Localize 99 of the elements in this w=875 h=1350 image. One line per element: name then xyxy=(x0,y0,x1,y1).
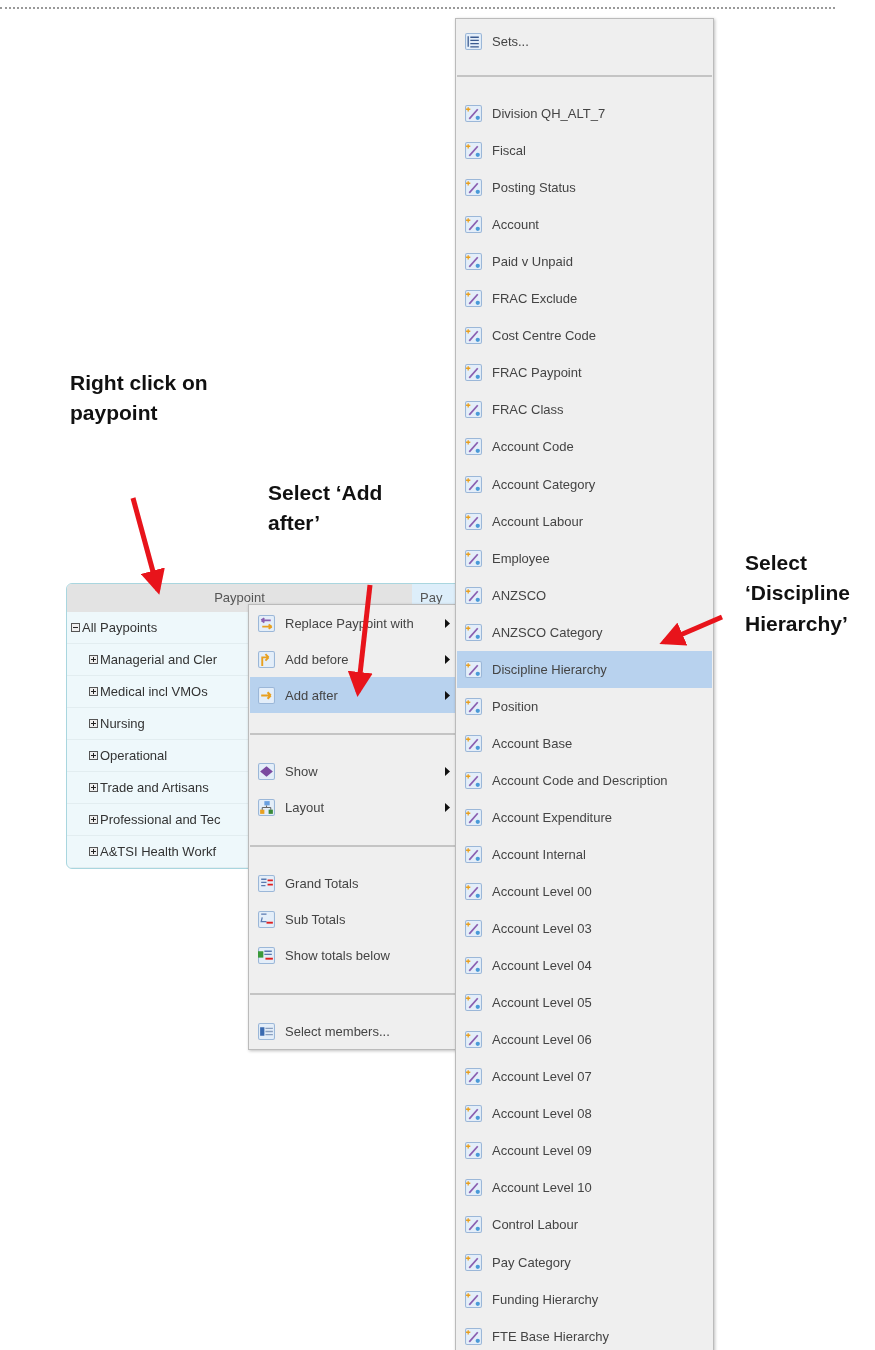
annotation-text: Right click on paypoint xyxy=(70,370,209,427)
menu-item[interactable]: Position xyxy=(457,687,712,725)
diagonal-arrow-icon xyxy=(465,1031,482,1049)
menu-item[interactable]: Account Level 06 xyxy=(457,1021,712,1059)
menu-item[interactable]: Fiscal xyxy=(457,132,712,170)
diagonal-arrow-icon xyxy=(465,327,482,345)
diagonal-arrow-icon xyxy=(465,1105,482,1123)
annotation-text: Select ‘Discipline Hierarchy’ xyxy=(745,550,852,637)
row-label: All Paypoints xyxy=(82,620,158,635)
menu-item[interactable]: Account Code and Description xyxy=(457,761,712,799)
row-label: Medical incl VMOs xyxy=(100,684,208,699)
diagonal-arrow-icon xyxy=(465,1142,482,1160)
menu-item[interactable]: Grand Totals xyxy=(250,865,456,901)
annotation-text: Select ‘Add after’ xyxy=(268,480,384,537)
menu-item[interactable]: Funding Hierarchy xyxy=(457,1280,712,1318)
menu-item[interactable]: Account Level 09 xyxy=(457,1132,712,1170)
diagonal-arrow-icon xyxy=(465,364,482,382)
hierarchy-icon xyxy=(258,798,275,816)
list-icon xyxy=(258,1022,275,1040)
diagonal-arrow-icon xyxy=(465,142,482,160)
menu-item[interactable]: Paid v Unpaid xyxy=(457,243,712,281)
totals-icon xyxy=(258,874,275,892)
caret-icon xyxy=(445,690,450,700)
menu-item[interactable]: Account Level 08 xyxy=(457,1095,712,1133)
row-label: Managerial and Cler xyxy=(100,652,218,667)
menu-item[interactable]: Posting Status xyxy=(457,169,712,207)
menu-item[interactable]: Add before xyxy=(250,641,456,677)
diagonal-arrow-icon xyxy=(465,920,482,938)
expand-toggle-icon[interactable] xyxy=(89,687,98,696)
caret-icon xyxy=(445,618,450,628)
arrow xyxy=(659,614,723,646)
row-label: Professional and Tec xyxy=(100,812,221,827)
caret-icon xyxy=(445,766,450,776)
expand-toggle-icon[interactable] xyxy=(89,783,98,792)
diagonal-arrow-icon xyxy=(465,1216,482,1234)
menu-item[interactable]: FRAC Paypoint xyxy=(457,354,712,392)
menu-item[interactable]: Sub Totals xyxy=(250,901,456,937)
menu-item[interactable]: FRAC Class xyxy=(457,391,712,429)
totals-icon xyxy=(258,910,275,928)
menu-item[interactable]: Account Level 00 xyxy=(457,873,712,911)
menu-item[interactable]: Layout xyxy=(250,789,456,825)
expand-toggle-icon[interactable] xyxy=(89,655,98,664)
menu-item[interactable]: Select members... xyxy=(250,1013,456,1049)
diagonal-arrow-icon xyxy=(465,401,482,419)
menu-item[interactable]: Pay Category xyxy=(457,1243,712,1281)
diagonal-arrow-icon xyxy=(465,105,482,123)
diamond-icon xyxy=(258,762,275,780)
diagonal-arrow-icon xyxy=(465,216,482,234)
menu-item[interactable]: Account Level 10 xyxy=(457,1169,712,1207)
menu-item[interactable]: Account Category xyxy=(457,465,712,503)
menu-item[interactable]: FTE Base Hierarchy xyxy=(457,1317,712,1350)
diagonal-arrow-icon xyxy=(465,253,482,271)
diagonal-arrow-icon xyxy=(465,846,482,863)
diagonal-arrow-icon xyxy=(465,1068,482,1086)
diagonal-arrow-icon xyxy=(465,475,482,493)
menu-item[interactable]: Account Level 04 xyxy=(457,947,712,985)
row-label: A&TSI Health Workf xyxy=(100,844,217,859)
caret-icon xyxy=(445,654,450,664)
diagonal-arrow-icon xyxy=(465,957,482,975)
row-label: Trade and Artisans xyxy=(100,780,209,795)
menu-item[interactable]: FRAC Exclude xyxy=(457,280,712,318)
menu-item[interactable]: Account Code xyxy=(457,428,712,466)
menu-item[interactable]: Account Base xyxy=(457,724,712,762)
menu-item[interactable]: Account Labour xyxy=(457,502,712,540)
menu-item[interactable]: ANZSCO Category xyxy=(457,613,712,651)
diagonal-arrow-icon xyxy=(465,438,482,456)
swap-icon xyxy=(258,614,275,632)
diagonal-arrow-icon xyxy=(465,994,482,1012)
caret-icon xyxy=(445,802,450,812)
row-label: Nursing xyxy=(100,716,145,731)
expand-toggle-icon[interactable] xyxy=(89,847,98,856)
menu-item[interactable]: Account Level 07 xyxy=(457,1058,712,1096)
menu-item[interactable]: Account Level 05 xyxy=(457,984,712,1022)
diagonal-arrow-icon xyxy=(465,883,482,901)
menu-item[interactable]: Show xyxy=(250,753,456,789)
list-icon xyxy=(465,33,482,50)
diagonal-arrow-icon xyxy=(465,1179,482,1197)
expand-toggle-icon[interactable] xyxy=(71,623,80,632)
menu-item[interactable]: Account Expenditure xyxy=(457,798,712,836)
menu-item[interactable]: Cost Centre Code xyxy=(457,317,712,355)
diagonal-arrow-icon xyxy=(465,290,482,308)
menu-item[interactable]: Add after xyxy=(250,677,456,713)
menu-item[interactable]: Account Internal xyxy=(457,836,712,874)
menu-item[interactable]: Sets... xyxy=(457,23,712,61)
expand-toggle-icon[interactable] xyxy=(89,815,98,824)
diagonal-arrow-icon xyxy=(465,179,482,197)
expand-toggle-icon[interactable] xyxy=(89,751,98,760)
menu-item[interactable]: Account xyxy=(457,206,712,244)
row-label: Operational xyxy=(100,748,168,763)
menu-item[interactable]: Account Level 03 xyxy=(457,910,712,948)
expand-toggle-icon[interactable] xyxy=(89,719,98,728)
menu-item[interactable]: Discipline Hierarchy xyxy=(457,650,712,688)
menu-item[interactable]: Control Labour xyxy=(457,1206,712,1244)
diagonal-arrow-icon xyxy=(465,1253,482,1271)
menu-item[interactable]: Show totals below xyxy=(250,937,456,973)
menu-item[interactable]: Employee xyxy=(457,539,712,577)
totals-icon xyxy=(258,946,275,964)
menu-item[interactable]: Division QH_ALT_7 xyxy=(457,95,712,133)
diagonal-arrow-icon xyxy=(465,1290,482,1308)
